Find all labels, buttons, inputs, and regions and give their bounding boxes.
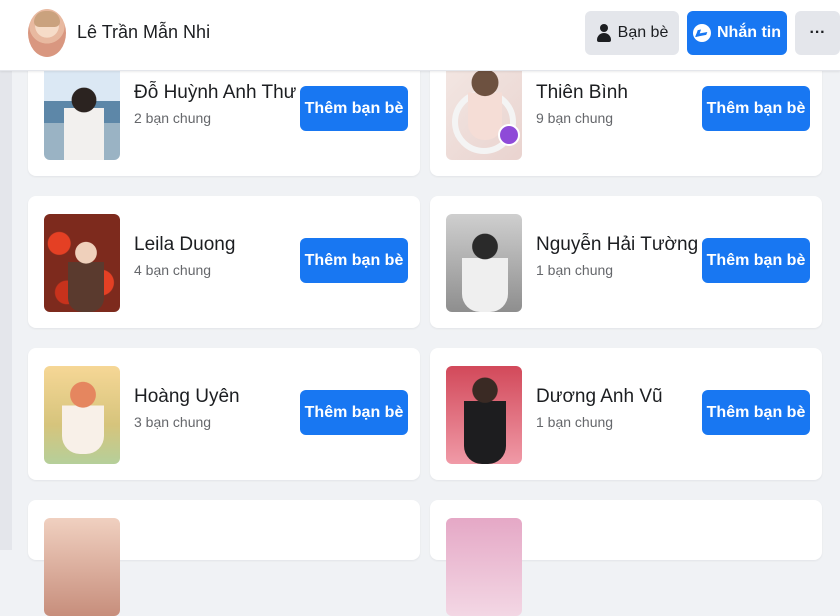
messenger-icon: [693, 24, 711, 42]
message-button[interactable]: Nhắn tin: [687, 11, 787, 55]
mutual-friends[interactable]: 1 bạn chung: [536, 262, 613, 278]
friend-card: [28, 500, 420, 616]
add-friend-button[interactable]: Thêm bạn bè: [702, 238, 810, 283]
friend-card: Hoàng Uyên 3 bạn chung Thêm bạn bè: [28, 348, 420, 480]
message-button-label: Nhắn tin: [717, 24, 781, 41]
mutual-friends[interactable]: 9 bạn chung: [536, 110, 613, 126]
left-edge: [0, 0, 12, 550]
friend-photo[interactable]: [44, 518, 120, 616]
profile-header: Lê Trần Mẫn Nhi Bạn bè Nhắn tin ···: [0, 0, 840, 71]
friend-photo[interactable]: [446, 62, 522, 160]
friend-name[interactable]: Leila Duong: [134, 234, 235, 256]
more-options-button[interactable]: ···: [795, 11, 840, 55]
friend-name[interactable]: Dương Anh Vũ: [536, 386, 663, 408]
mutual-friends[interactable]: 3 bạn chung: [134, 414, 211, 430]
friend-photo[interactable]: [446, 214, 522, 312]
friends-button[interactable]: Bạn bè: [585, 11, 679, 55]
friend-photo[interactable]: [44, 214, 120, 312]
add-friend-button[interactable]: Thêm bạn bè: [702, 86, 810, 131]
add-friend-button[interactable]: Thêm bạn bè: [702, 390, 810, 435]
friends-button-label: Bạn bè: [617, 24, 669, 41]
mutual-friends[interactable]: 2 bạn chung: [134, 110, 211, 126]
add-friend-button[interactable]: Thêm bạn bè: [300, 390, 408, 435]
friend-photo[interactable]: [446, 518, 522, 616]
friend-card: Dương Anh Vũ 1 bạn chung Thêm bạn bè: [430, 348, 822, 480]
friend-name[interactable]: Nguyễn Hải Tường: [536, 234, 698, 256]
add-friend-button[interactable]: Thêm bạn bè: [300, 238, 408, 283]
friend-name[interactable]: Đỗ Huỳnh Anh Thư: [134, 82, 296, 104]
friend-card: Nguyễn Hải Tường 1 bạn chung Thêm bạn bè: [430, 196, 822, 328]
friend-name[interactable]: Thiên Bình: [536, 82, 628, 104]
friend-name[interactable]: Hoàng Uyên: [134, 386, 240, 408]
mutual-friends[interactable]: 4 bạn chung: [134, 262, 211, 278]
friend-card: Leila Duong 4 bạn chung Thêm bạn bè: [28, 196, 420, 328]
profile-name[interactable]: Lê Trần Mẫn Nhi: [77, 22, 210, 43]
friend-photo[interactable]: [446, 366, 522, 464]
friend-card: [430, 500, 822, 616]
profile-avatar[interactable]: [28, 9, 66, 57]
mutual-friends[interactable]: 1 bạn chung: [536, 414, 613, 430]
person-icon: [596, 24, 612, 42]
friend-photo[interactable]: [44, 62, 120, 160]
friend-photo[interactable]: [44, 366, 120, 464]
more-icon: ···: [809, 24, 826, 41]
add-friend-button[interactable]: Thêm bạn bè: [300, 86, 408, 131]
